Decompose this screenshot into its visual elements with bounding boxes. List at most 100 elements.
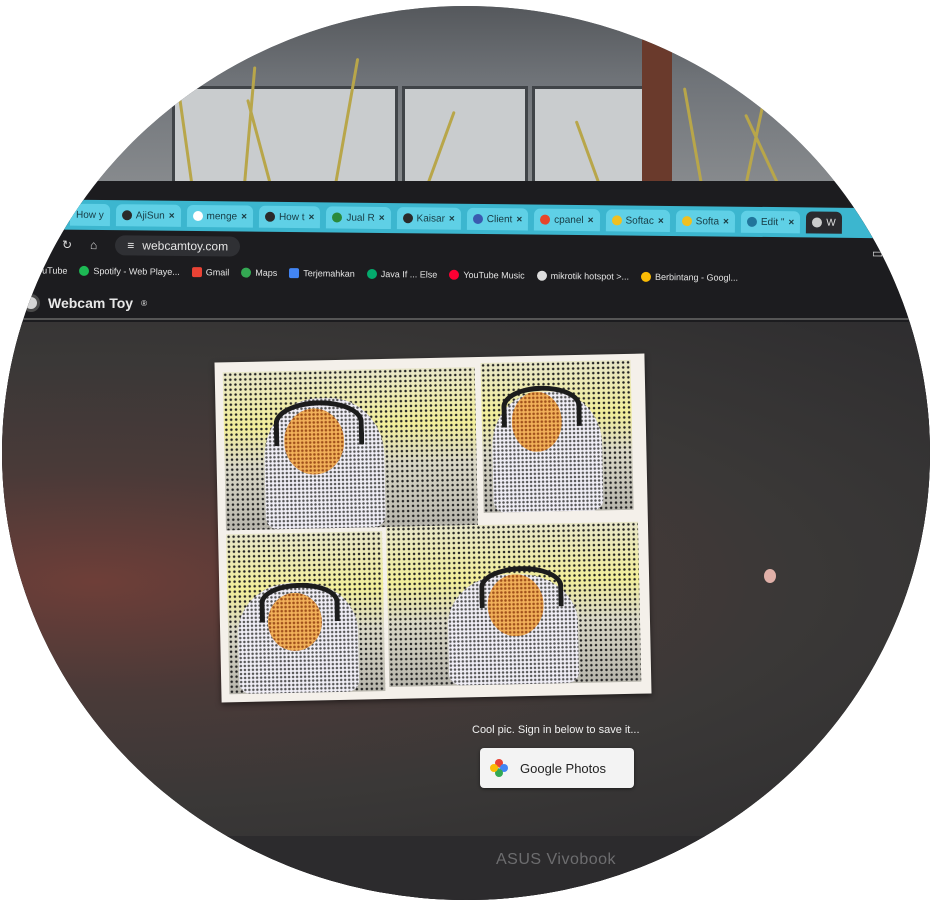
bookmark-item[interactable]: YouTube Music [449, 269, 525, 281]
bookmark-label: Gmail [205, 267, 230, 278]
tab-title: How t [278, 211, 305, 223]
bookmark-label: YouTube Music [463, 269, 525, 281]
close-tab-icon[interactable]: × [169, 210, 175, 221]
bookmark-item[interactable]: Terjemahkan [289, 268, 355, 279]
bookmark-label: Maps [255, 267, 278, 278]
bookmark-item[interactable]: Gmail [191, 267, 230, 278]
softaculous-icon [681, 216, 692, 227]
laptop-brand-label: ASUS Vivobook [496, 851, 617, 868]
translate-icon [289, 268, 300, 279]
header-divider [22, 318, 922, 320]
url-field[interactable]: ≡ webcamtoy.com [115, 235, 241, 257]
reload-icon[interactable]: ↻ [62, 238, 72, 252]
browser-tab[interactable]: Client × [466, 207, 529, 231]
plant-leaf [682, 87, 705, 197]
bookmark-item[interactable]: Spotify - Web Playe... [79, 265, 180, 277]
browser-tab-active[interactable]: W [806, 211, 842, 234]
browser-tab[interactable]: How t × [258, 205, 321, 229]
google-icon [192, 210, 203, 222]
tab-title: Softac [625, 215, 654, 227]
home-icon[interactable]: ⌂ [90, 238, 97, 252]
tab-favicon-icon [121, 210, 132, 221]
google-photos-icon [488, 757, 510, 779]
close-tab-icon[interactable]: × [449, 213, 455, 224]
bookmark-label: mikrotik hotspot >... [550, 270, 630, 282]
browser-tab[interactable]: Softac × [605, 209, 670, 232]
building-window [172, 86, 398, 187]
webcam-icon [812, 217, 823, 228]
building-pillar [642, 36, 672, 196]
globe-icon [536, 270, 547, 281]
bookmark-item[interactable]: Maps [241, 267, 278, 278]
laptop-bezel [2, 836, 930, 900]
tab-title: Edit " [760, 216, 785, 228]
close-tab-icon[interactable]: × [658, 215, 664, 226]
shop-icon [332, 212, 343, 223]
building-window [532, 86, 648, 187]
browser-tab[interactable]: AjiSun × [115, 204, 181, 227]
app-header: Webcam Toy ® [22, 294, 147, 312]
headphones [273, 399, 365, 447]
cpanel-icon [540, 214, 551, 225]
bookmark-label: YouTube [31, 265, 68, 276]
bookmark-star-icon[interactable]: ☆ [901, 246, 912, 260]
app-title[interactable]: Webcam Toy [48, 295, 133, 311]
close-tab-icon[interactable]: × [379, 212, 385, 223]
bookmark-item[interactable]: Java If ... Else [366, 268, 438, 280]
browser-tab[interactable]: How y [69, 203, 110, 227]
close-tab-icon[interactable]: × [308, 212, 314, 223]
tab-title: Jual R [346, 212, 375, 224]
video-icon [264, 211, 276, 222]
photo-frame-4 [385, 521, 642, 687]
browser-tab[interactable]: cpanel × [534, 208, 600, 232]
bookmark-label: Spotify - Web Playe... [93, 266, 180, 277]
tab-title: menge [206, 210, 238, 222]
bookmark-label: Java If ... Else [380, 269, 438, 280]
background-building [2, 6, 930, 197]
tab-title: How y [75, 209, 104, 221]
softaculous-icon [611, 215, 622, 226]
photo-strip-print [214, 353, 652, 703]
tab-title: Kaisar [416, 212, 445, 225]
url-text: webcamtoy.com [142, 238, 229, 254]
google-drive-icon [640, 271, 652, 282]
photo-frame-1 [222, 367, 478, 531]
bookmark-item[interactable]: Berbintang - Googl... [640, 271, 738, 283]
building-window [402, 86, 528, 187]
close-tab-icon[interactable]: × [516, 214, 522, 225]
youtube-music-icon [449, 269, 460, 280]
tab-title: W [826, 217, 836, 229]
client-icon [472, 213, 483, 225]
photo-frame: How y AjiSun × menge × How t × Jual R × Kais… [2, 6, 930, 900]
browser-tab[interactable]: menge × [186, 204, 254, 228]
forward-icon[interactable]: → [32, 237, 44, 251]
bookmark-item[interactable]: YouTube [32, 265, 67, 275]
headphones [259, 581, 340, 623]
close-tab-icon[interactable]: × [723, 216, 729, 227]
google-photos-button[interactable]: Google Photos [480, 748, 634, 788]
browser-tab[interactable]: Kaisar × [396, 207, 461, 230]
w3schools-icon [366, 268, 377, 280]
camera-icon[interactable]: ▭ [872, 246, 883, 260]
photo-frame-2 [480, 359, 634, 513]
tab-title: Softa [695, 215, 720, 227]
save-prompt-text: Cool pic. Sign in below to save it... [472, 724, 640, 736]
headphones [501, 384, 582, 428]
bookmark-item[interactable]: mikrotik hotspot >... [536, 270, 630, 282]
browser-tab[interactable]: Edit " × [740, 210, 801, 234]
maps-icon [241, 267, 252, 278]
close-tab-icon[interactable]: × [788, 217, 794, 228]
github-icon [402, 213, 413, 224]
close-tab-icon[interactable]: × [241, 211, 247, 222]
site-settings-icon[interactable]: ≡ [127, 238, 134, 252]
photo-frame-3 [226, 531, 386, 695]
headphones [478, 565, 564, 609]
webcam-toy-logo-icon[interactable] [22, 294, 40, 312]
close-tab-icon[interactable]: × [588, 215, 594, 226]
browser-tab[interactable]: Softa × [675, 210, 736, 233]
mouse-cursor-icon [764, 569, 776, 583]
spotify-icon [79, 265, 90, 276]
browser-tab[interactable]: Jual R × [326, 206, 391, 230]
trademark-mark: ® [141, 298, 147, 308]
tab-title: AjiSun [135, 209, 165, 222]
